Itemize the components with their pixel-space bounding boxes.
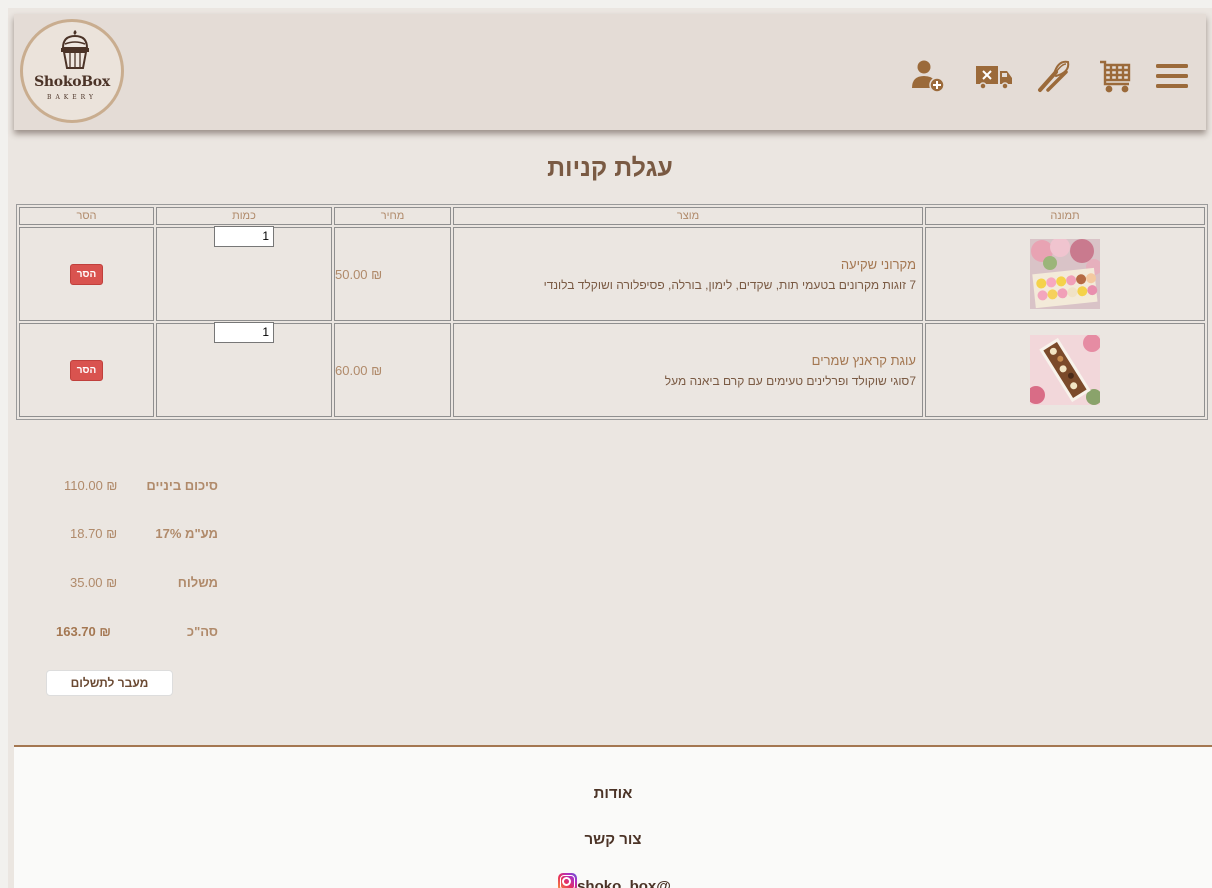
column-header-image: תמונה	[925, 207, 1205, 225]
product-name: עוגת קראנץ שמרים	[811, 352, 916, 368]
checkout-button[interactable]: מעבר לתשלום	[46, 670, 173, 696]
footer-about-link[interactable]: אודות	[14, 785, 1212, 802]
product-info-cell: מקרוני שקיעה 7 זוגות מקרונים בטעמי תות, …	[453, 227, 923, 321]
summary-shipping-row: משלוח ₪ 35.00	[48, 575, 218, 595]
summary-subtotal-row: סיכום ביניים ₪ 110.00	[48, 478, 218, 498]
site-header: ShokoBox BAKERY	[14, 14, 1206, 130]
instagram-icon	[558, 873, 578, 888]
column-header-remove: הסר	[19, 207, 154, 225]
footer-contact-link[interactable]: צור קשר	[14, 831, 1212, 848]
column-header-quantity: כמות	[156, 207, 332, 225]
vat-value: ₪ 18.70	[70, 526, 118, 541]
brand-subtitle: BAKERY	[47, 94, 97, 101]
page-title: עגלת קניות	[547, 154, 673, 182]
vat-label: מע"מ 17%	[155, 526, 218, 541]
page: ShokoBox BAKERY עגלת קניות תמונה מוצר מח…	[8, 8, 1212, 888]
site-footer: אודות צור קשר @shoko_box	[14, 745, 1212, 888]
column-header-product: מוצר	[453, 207, 923, 225]
subtotal-value: ₪ 110.00	[64, 478, 118, 493]
product-price: ₪ 60.00	[334, 323, 451, 417]
summary-total-row: סה"כ ₪ 163.70	[48, 624, 218, 644]
table-row: עוגת קראנץ שמרים 7סוגי שוקולד ופרלינים ט…	[19, 321, 1205, 417]
delivery-truck-icon[interactable]	[974, 58, 1012, 94]
menu-icon[interactable]	[1154, 58, 1190, 94]
product-description: 7סוגי שוקולד ופרלינים טעימים עם קרם ביאנ…	[664, 373, 916, 388]
table-row: מקרוני שקיעה 7 זוגות מקרונים בטעמי תות, …	[19, 225, 1205, 321]
quantity-wrapper	[157, 225, 331, 320]
instagram-handle-wrap: @shoko_box	[555, 873, 671, 888]
quantity-input[interactable]	[214, 321, 274, 343]
product-image-cell	[925, 227, 1205, 321]
summary-vat-row: מע"מ 17% ₪ 18.70	[48, 526, 218, 546]
remove-button[interactable]: הסר	[69, 263, 104, 285]
cupcake-icon	[61, 30, 89, 69]
shipping-value: ₪ 35.00	[70, 575, 118, 590]
product-description: 7 זוגות מקרונים בטעמי תות, שקדים, לימון,…	[543, 277, 916, 292]
header-nav	[870, 58, 1190, 94]
remove-button[interactable]: הסר	[69, 359, 104, 381]
macarons-product-image	[1030, 239, 1100, 309]
add-user-icon[interactable]	[910, 58, 946, 94]
product-info-cell: עוגת קראנץ שמרים 7סוגי שוקולד ופרלינים ט…	[453, 323, 923, 417]
product-price: ₪ 50.00	[334, 227, 451, 321]
column-header-price: מחיר	[334, 207, 451, 225]
remove-cell: הסר	[19, 323, 154, 417]
brand-name: ShokoBox	[34, 74, 110, 90]
cart-table: תמונה מוצר מחיר כמות הסר מקרוני שקיעה 7 …	[16, 204, 1208, 420]
product-name: מקרוני שקיעה	[840, 256, 916, 272]
shipping-label: משלוח	[177, 575, 218, 590]
product-image-cell	[925, 323, 1205, 417]
quantity-cell	[156, 321, 332, 417]
brand-logo[interactable]: ShokoBox BAKERY	[20, 19, 124, 123]
table-header-row: תמונה מוצר מחיר כמות הסר	[19, 207, 1205, 225]
remove-cell: הסר	[19, 227, 154, 321]
crunch-cake-product-image	[1030, 335, 1100, 405]
quantity-wrapper	[157, 321, 331, 416]
footer-instagram-link[interactable]: @shoko_box	[14, 873, 1212, 888]
total-value: ₪ 163.70	[56, 624, 111, 639]
subtotal-label: סיכום ביניים	[146, 478, 218, 493]
quantity-cell	[156, 225, 332, 321]
cart-icon[interactable]	[1098, 58, 1134, 94]
whisk-icon[interactable]	[1036, 58, 1072, 94]
quantity-input[interactable]	[214, 225, 274, 247]
instagram-handle: @shoko_box	[577, 878, 671, 888]
total-label: סה"כ	[186, 624, 218, 639]
